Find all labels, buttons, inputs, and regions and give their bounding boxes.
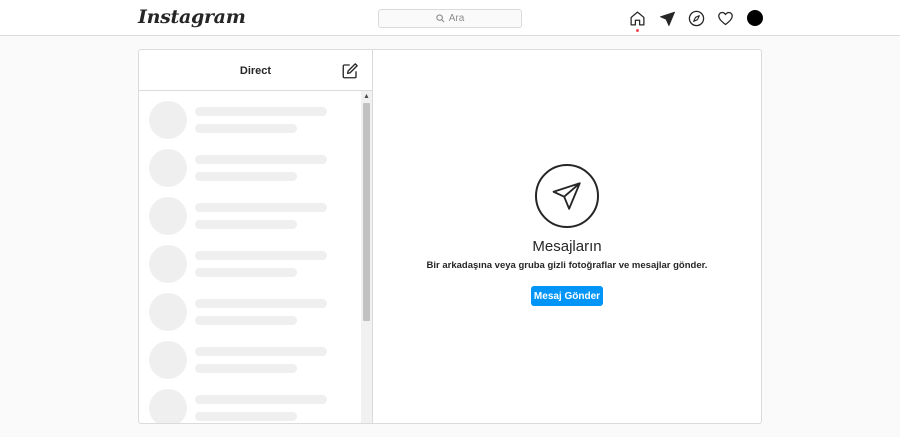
profile-avatar[interactable]: [747, 10, 763, 26]
placeholder-line: [195, 172, 297, 181]
placeholder-line: [195, 220, 297, 229]
top-navigation-bar: Instagram Ara: [0, 0, 900, 36]
placeholder-avatar: [149, 149, 187, 187]
conversation-sidebar: Direct ▲: [139, 50, 373, 423]
empty-message-area: Mesajların Bir arkadaşına veya gruba giz…: [373, 50, 761, 423]
placeholder-line: [195, 347, 327, 356]
placeholder-line: [195, 395, 327, 404]
direct-panel: Direct ▲ Mesajların Bir arkadaşına veya …: [138, 49, 762, 424]
instagram-logo[interactable]: Instagram: [138, 6, 246, 28]
messages-title: Mesajların: [532, 238, 602, 255]
search-icon: [436, 14, 445, 23]
placeholder-line: [195, 107, 327, 116]
placeholder-line: [195, 124, 297, 133]
placeholder-row: [139, 379, 361, 423]
conversation-list[interactable]: [139, 91, 361, 423]
placeholder-line: [195, 364, 297, 373]
paper-plane-icon: [535, 164, 599, 228]
placeholder-line: [195, 268, 297, 277]
home-icon[interactable]: [628, 9, 646, 27]
placeholder-line: [195, 316, 297, 325]
placeholder-row: [139, 235, 361, 283]
placeholder-avatar: [149, 293, 187, 331]
search-placeholder: Ara: [448, 13, 465, 24]
list-scrollbar[interactable]: ▲: [361, 91, 372, 423]
notification-dot: [636, 29, 639, 32]
placeholder-row: [139, 91, 361, 139]
direct-icon[interactable]: [658, 9, 676, 27]
sidebar-header: Direct: [139, 50, 372, 91]
placeholder-avatar: [149, 101, 187, 139]
explore-icon[interactable]: [687, 9, 705, 27]
placeholder-row: [139, 331, 361, 379]
placeholder-row: [139, 139, 361, 187]
placeholder-line: [195, 251, 327, 260]
heart-icon[interactable]: [716, 9, 734, 27]
compose-icon[interactable]: [341, 62, 359, 80]
placeholder-avatar: [149, 341, 187, 379]
placeholder-line: [195, 299, 327, 308]
placeholder-row: [139, 187, 361, 235]
direct-title[interactable]: Direct: [139, 65, 372, 77]
placeholder-avatar: [149, 389, 187, 423]
placeholder-line: [195, 412, 297, 421]
placeholder-avatar: [149, 197, 187, 235]
placeholder-line: [195, 155, 327, 164]
placeholder-avatar: [149, 245, 187, 283]
placeholder-row: [139, 283, 361, 331]
search-box[interactable]: Ara: [378, 9, 522, 28]
scroll-up-arrow-icon[interactable]: ▲: [361, 91, 372, 102]
messages-subtitle: Bir arkadaşına veya gruba gizli fotoğraf…: [426, 260, 708, 271]
scrollbar-thumb[interactable]: [363, 103, 370, 321]
send-message-button[interactable]: Mesaj Gönder: [531, 286, 603, 306]
placeholder-line: [195, 203, 327, 212]
